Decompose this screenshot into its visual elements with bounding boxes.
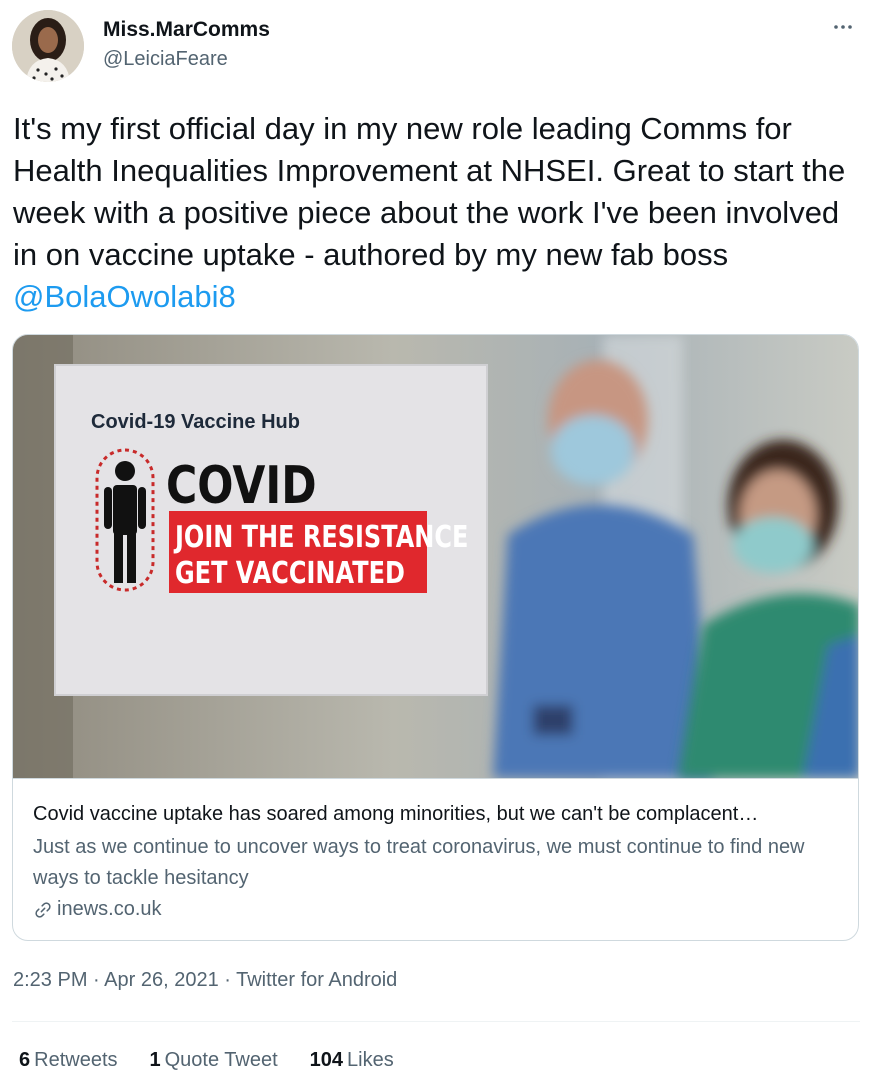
card-title: Covid vaccine uptake has soared among mi…: [33, 803, 759, 825]
retweets-label: Retweets: [34, 1049, 118, 1071]
more-icon: [834, 25, 852, 29]
quotes-label: Quote Tweet: [164, 1049, 278, 1071]
card-body: Covid vaccine uptake has soared among mi…: [13, 778, 858, 940]
card-image: Covid-19 Vaccine Hub COVID JOIN THE RESI…: [13, 335, 858, 778]
sign-covid-text: COVID: [166, 456, 317, 516]
card-domain: inews.co.uk: [33, 898, 858, 921]
tweet-body-text: It's my first official day in my new rol…: [13, 111, 854, 272]
tweet-header: Miss.MarComms @LeiciaFeare: [12, 10, 860, 82]
tweet-text: It's my first official day in my new rol…: [13, 108, 853, 318]
card-domain-text: inews.co.uk: [57, 898, 162, 920]
sign-heading: Covid-19 Vaccine Hub: [91, 411, 300, 433]
likes-label: Likes: [347, 1049, 394, 1071]
quotes-count: 1: [149, 1049, 161, 1071]
meta-separator: ·: [87, 969, 105, 991]
tweet-time[interactable]: 2:23 PM: [13, 969, 87, 991]
meta-separator: ·: [218, 969, 237, 991]
retweets-count: 6: [19, 1049, 31, 1071]
vaccine-sign: Covid-19 Vaccine Hub COVID JOIN THE RESI…: [54, 364, 488, 696]
author-name[interactable]: Miss.MarComms: [103, 18, 270, 42]
sign-line-2: GET VACCINATED: [175, 556, 405, 590]
retweets-stat[interactable]: 6 Retweets: [19, 1049, 118, 1072]
tweet-date[interactable]: Apr 26, 2021: [104, 969, 219, 991]
avatar[interactable]: [12, 10, 84, 82]
quote-tweets-stat[interactable]: 1 Quote Tweet: [150, 1049, 278, 1072]
link-card[interactable]: Covid-19 Vaccine Hub COVID JOIN THE RESI…: [12, 334, 859, 941]
more-options-button[interactable]: [828, 12, 858, 42]
author-handle[interactable]: @LeiciaFeare: [103, 48, 228, 71]
mention-link[interactable]: @BolaOwolabi8: [13, 279, 236, 314]
avatar-image: [12, 10, 84, 82]
tweet-meta: 2:23 PM · Apr 26, 2021 · Twitter for And…: [13, 969, 397, 992]
likes-stat[interactable]: 104 Likes: [310, 1049, 394, 1072]
link-icon: [35, 901, 51, 918]
tweet-source[interactable]: Twitter for Android: [236, 969, 397, 991]
engagement-stats: 6 Retweets 1 Quote Tweet 104 Likes: [19, 1049, 426, 1072]
divider: [12, 1021, 860, 1022]
card-description: Just as we continue to uncover ways to t…: [33, 836, 805, 889]
likes-count: 104: [309, 1049, 344, 1071]
sign-line-1: JOIN THE RESISTANCE: [173, 520, 468, 554]
